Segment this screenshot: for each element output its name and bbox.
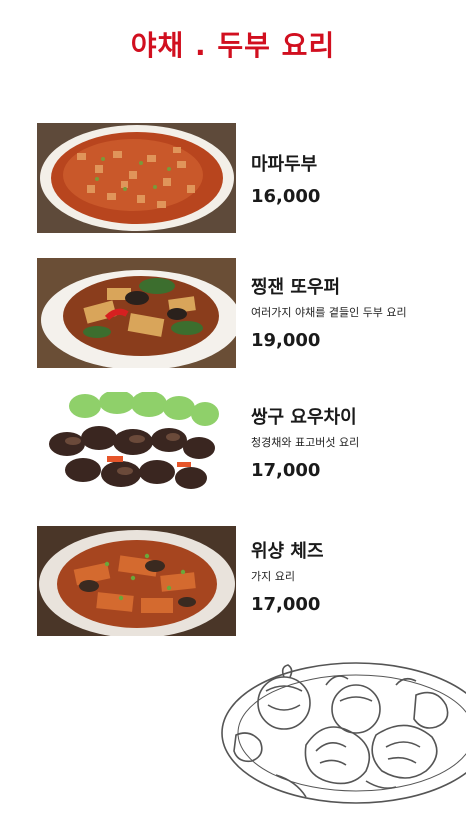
menu-item-price: 16,000 xyxy=(251,186,321,207)
menu-item-name: 찡잰 또우퍼 xyxy=(251,277,341,298)
menu-item-description: 여러가지 야채를 곁들인 두부 요리 xyxy=(251,306,407,319)
menu-item-price: 19,000 xyxy=(251,330,321,351)
mapo-tofu-photo xyxy=(37,123,236,233)
page-title: 야채 . 두부 요리 xyxy=(130,29,336,62)
eggplant-photo xyxy=(37,526,236,636)
menu-item-price: 17,000 xyxy=(251,460,321,481)
shrimp-plate-illustration-icon xyxy=(216,655,466,813)
menu-item-vegetable-tofu[interactable]: 찡잰 또우퍼 여러가지 야채를 곁들인 두부 요리 19,000 xyxy=(37,258,437,368)
bokchoy-mushroom-photo xyxy=(37,392,236,502)
menu-item-description: 가지 요리 xyxy=(251,570,295,583)
menu-item-name: 위샹 체즈 xyxy=(251,541,324,562)
menu-item-name: 마파두부 xyxy=(251,154,318,175)
vegetable-tofu-photo xyxy=(37,258,236,368)
menu-item-price: 17,000 xyxy=(251,594,321,615)
menu-item-name: 쌍구 요우차이 xyxy=(251,407,357,428)
menu-item-eggplant[interactable]: 위샹 체즈 가지 요리 17,000 xyxy=(37,526,437,636)
menu-item-description: 청경채와 표고버섯 요리 xyxy=(251,436,360,449)
menu-item-bokchoy-mushroom[interactable]: 쌍구 요우차이 청경채와 표고버섯 요리 17,000 xyxy=(37,392,437,502)
menu-item-mapo-tofu[interactable]: 마파두부 16,000 xyxy=(37,123,437,233)
